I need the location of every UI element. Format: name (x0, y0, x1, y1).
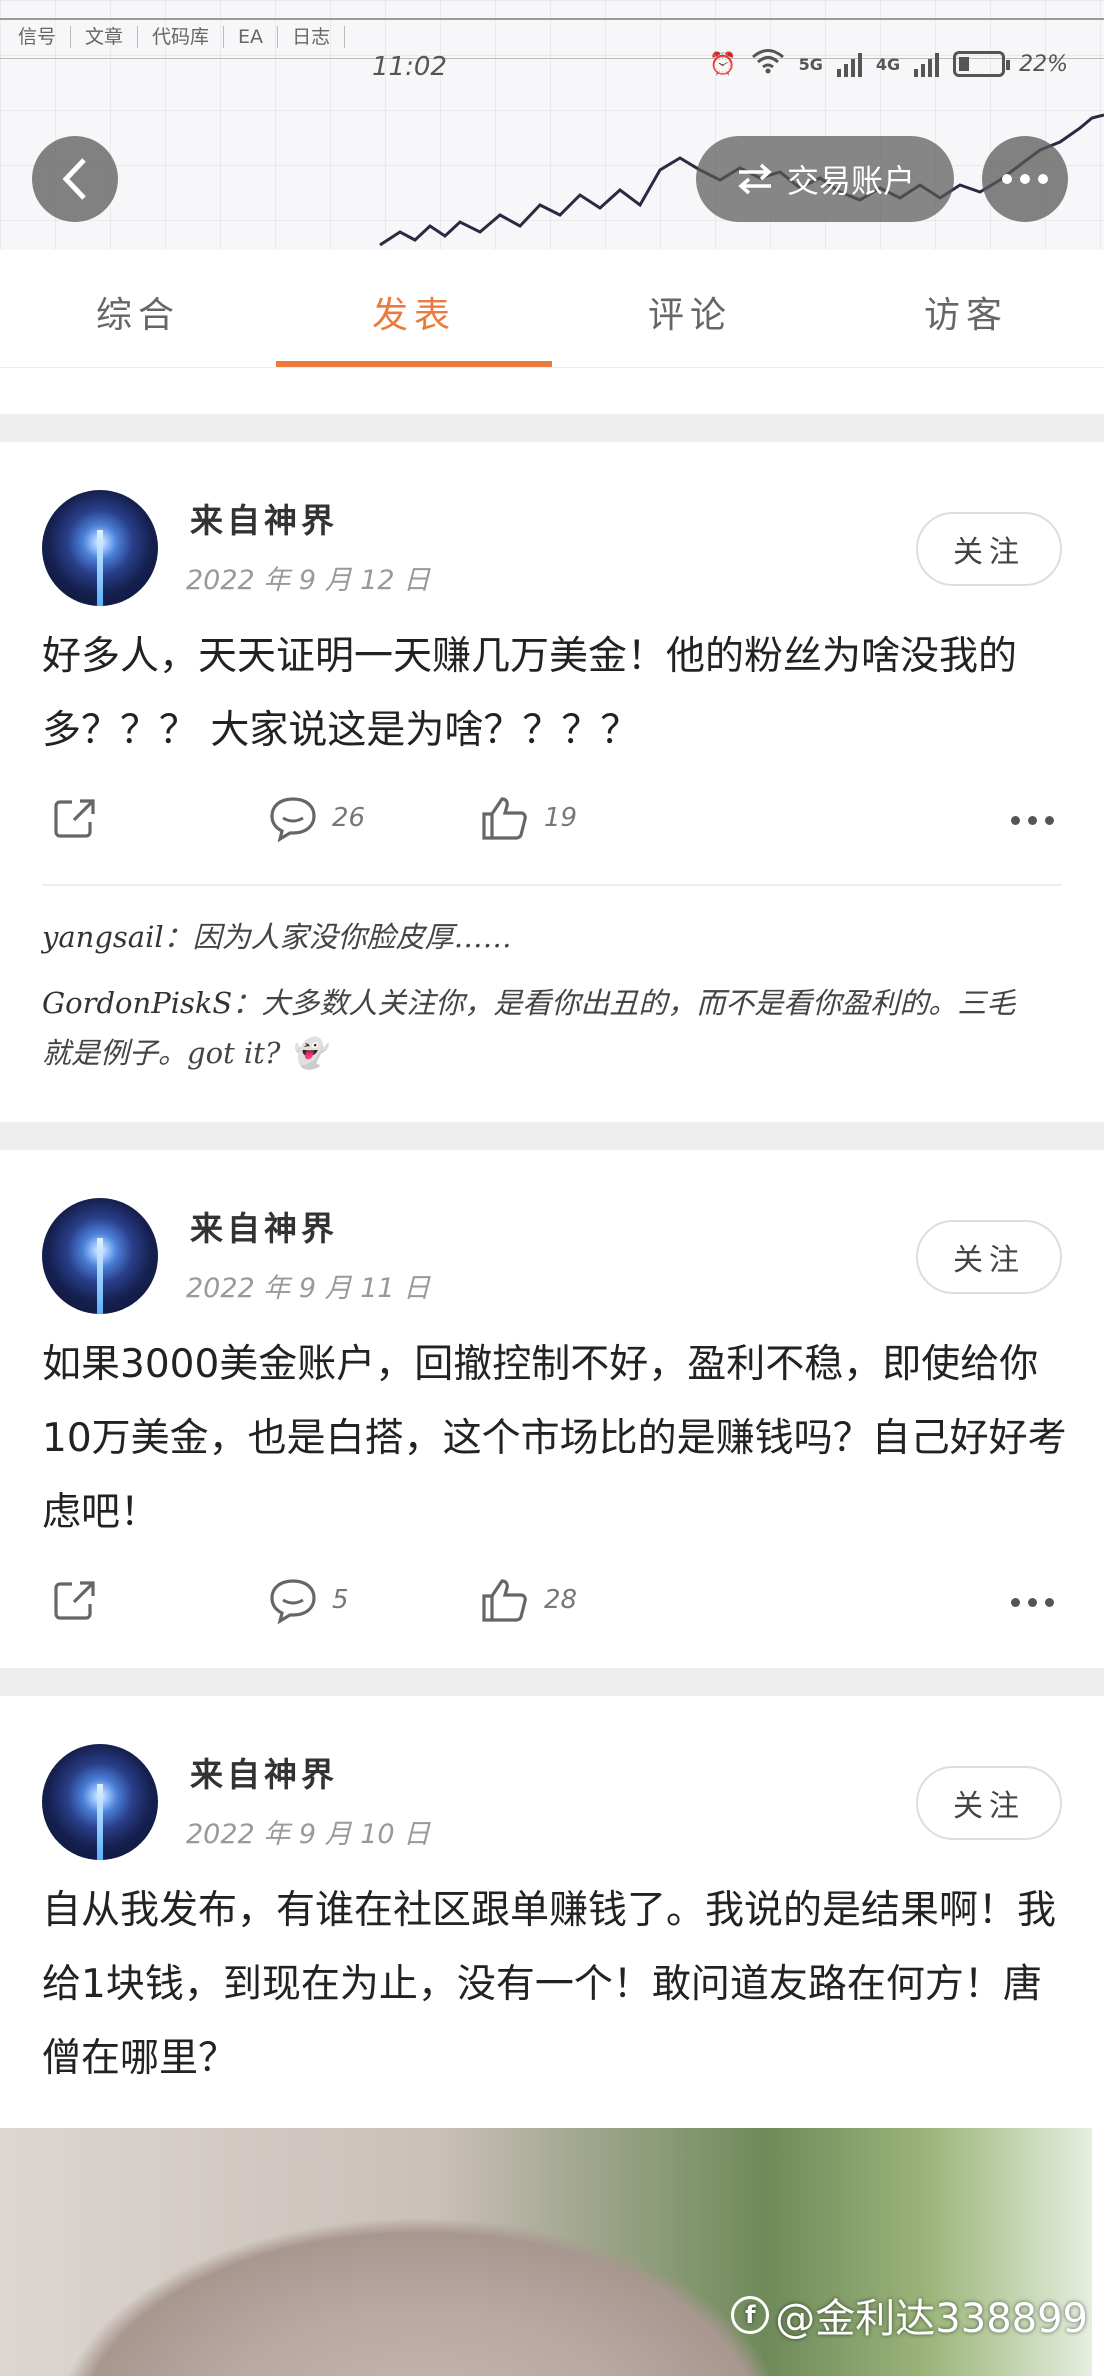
post-text[interactable]: 好多人，天天证明一天赚几万美金！他的粉丝为啥没我的多？？？ 大家说这是为啥？？？… (42, 620, 1072, 768)
watermark: f @金利达338899 (731, 2286, 1088, 2344)
share-button[interactable] (50, 794, 98, 842)
post-more-button[interactable] (1011, 1598, 1054, 1607)
post-card: 来自神界 2022 年 9 月 12 日 关注 好多人，天天证明一天赚几万美金！… (0, 442, 1104, 1122)
thumbs-up-icon (482, 797, 527, 840)
reply-user[interactable]: yangsail (42, 920, 164, 954)
thumbs-up-icon (482, 1579, 527, 1622)
post-text[interactable]: 自从我发布，有谁在社区跟单赚钱了。我说的是结果啊！我给1块钱，到现在为止，没有一… (42, 1874, 1072, 2096)
comment-icon (270, 797, 316, 842)
status-bar-icons: ⏰ 5G 4G 22% (709, 48, 1068, 80)
more-options-button[interactable] (982, 136, 1068, 222)
follow-button[interactable]: 关注 (916, 1766, 1062, 1840)
battery-level: 22% (1019, 51, 1068, 77)
signal-icon (836, 51, 862, 77)
divider (42, 884, 1062, 886)
like-button[interactable]: 28 (480, 1576, 577, 1624)
reply-text: ：因为人家没你脸皮厚…… (163, 920, 512, 954)
reply-item[interactable]: yangsail：因为人家没你脸皮厚…… (42, 912, 1042, 962)
like-count: 19 (544, 803, 578, 833)
comment-count: 5 (332, 1585, 349, 1615)
trading-account-label: 交易账户 (786, 162, 915, 200)
signal-icon-2 (914, 51, 940, 77)
follow-button[interactable]: 关注 (916, 1220, 1062, 1294)
tab-overview[interactable]: 综合 (0, 250, 276, 367)
swap-icon (738, 163, 772, 195)
reply-item[interactable]: GordonPiskS：大多数人关注你，是看你出丑的，而不是看你盈利的。三毛就是… (42, 978, 1042, 1078)
dot-icon (1028, 1598, 1037, 1607)
post-actions: 26 19 (42, 794, 1062, 854)
alarm-icon: ⏰ (709, 51, 737, 77)
dot-icon (1002, 174, 1012, 184)
wifi-icon (751, 48, 785, 80)
like-button[interactable]: 19 (480, 794, 577, 842)
post-actions: 5 28 (42, 1576, 1062, 1636)
like-count: 28 (544, 1585, 578, 1615)
back-button[interactable] (32, 136, 118, 222)
author-name[interactable]: 来自神界 (190, 1748, 338, 1796)
author-name[interactable]: 来自神界 (190, 494, 338, 542)
tab-comments[interactable]: 评论 (552, 250, 828, 367)
trading-account-button[interactable]: 交易账户 (696, 136, 954, 222)
profile-tabs: 综合 发表 评论 访客 (0, 250, 1104, 368)
section-separator (0, 414, 1104, 442)
reply-user[interactable]: GordonPiskS (42, 986, 232, 1020)
share-icon (54, 799, 95, 838)
avatar[interactable] (42, 1744, 158, 1860)
dot-icon (1020, 174, 1030, 184)
avatar[interactable] (42, 1198, 158, 1314)
comment-button[interactable]: 5 (268, 1576, 349, 1624)
post-date: 2022 年 9 月 11 日 (186, 1273, 431, 1304)
status-time: 11:02 (372, 52, 447, 82)
dot-icon (1028, 816, 1037, 825)
section-separator (0, 1122, 1104, 1150)
tab-posts[interactable]: 发表 (276, 250, 552, 367)
post-more-button[interactable] (1011, 816, 1054, 825)
comment-count: 26 (332, 803, 366, 833)
post-date: 2022 年 9 月 10 日 (186, 1819, 431, 1850)
comment-button[interactable]: 26 (268, 794, 365, 842)
chevron-left-icon (62, 158, 86, 200)
dot-icon (1011, 816, 1020, 825)
comment-icon (270, 1579, 316, 1624)
dot-icon (1011, 1598, 1020, 1607)
tab-visitors[interactable]: 访客 (828, 250, 1104, 367)
platform-logo-icon: f (731, 2296, 770, 2334)
net-label-5g: 5G (798, 54, 823, 74)
post-card: 来自神界 2022 年 9 月 11 日 关注 如果3000美金账户，回撤控制不… (0, 1150, 1104, 1670)
share-icon (54, 1581, 95, 1620)
dot-icon (1045, 816, 1054, 825)
battery-icon (953, 51, 1011, 77)
price-chart-line (379, 113, 1104, 247)
watermark-text: @金利达338899 (775, 2296, 1088, 2342)
net-label-4g: 4G (875, 54, 901, 74)
dot-icon (1045, 1598, 1054, 1607)
header-banner: 信号 文章 代码库 EA 日志 11:02 ⏰ 5G 4G 22% 交易账户 (0, 0, 1104, 250)
author-name[interactable]: 来自神界 (190, 1202, 338, 1250)
post-text[interactable]: 如果3000美金账户，回撤控制不好，盈利不稳，即使给你10万美金，也是白搭，这个… (42, 1328, 1072, 1550)
post-date: 2022 年 9 月 12 日 (186, 565, 431, 596)
avatar[interactable] (42, 490, 158, 606)
section-separator (0, 1668, 1104, 1696)
share-button[interactable] (50, 1576, 98, 1624)
post-card: 来自神界 2022 年 9 月 10 日 关注 自从我发布，有谁在社区跟单赚钱了… (0, 1696, 1104, 2128)
dot-icon (1038, 174, 1048, 184)
follow-button[interactable]: 关注 (916, 512, 1062, 586)
